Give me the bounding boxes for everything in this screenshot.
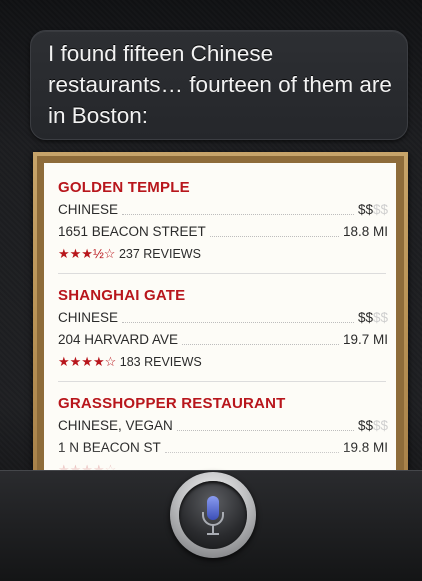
price-level: $$$$ <box>357 310 388 325</box>
restaurant-cuisine: CHINESE <box>58 310 119 325</box>
cuisine-price-row: CHINESE, VEGAN $$$$ <box>58 415 388 437</box>
restaurant-name[interactable]: SHANGHAI GATE <box>58 285 388 307</box>
rating-row: ★★★½☆ 237 REVIEWS <box>58 243 388 265</box>
siri-screen: I found fifteen Chinese restaurants… fou… <box>0 0 422 581</box>
address-distance-row: 1651 BEACON STREET 18.8 MI <box>58 221 388 243</box>
divider <box>58 381 386 382</box>
microphone-button-inner[interactable] <box>179 481 247 549</box>
address-distance-row: 204 HARVARD AVE 19.7 MI <box>58 329 388 351</box>
leader-dots <box>209 235 339 237</box>
restaurant-distance: 18.8 MI <box>342 224 388 239</box>
scroll-fade <box>44 448 396 470</box>
restaurant-name[interactable]: GOLDEN TEMPLE <box>58 177 388 199</box>
price-level: $$$$ <box>357 418 388 433</box>
price-level: $$$$ <box>357 202 388 217</box>
leader-dots <box>182 343 339 345</box>
restaurant-item[interactable]: SHANGHAI GATE CHINESE $$$$ 204 HARVARD A… <box>58 285 388 373</box>
cuisine-price-row: CHINESE $$$$ <box>58 199 388 221</box>
restaurant-address: 1651 BEACON STREET <box>58 224 206 239</box>
restaurant-name[interactable]: GRASSHOPPER RESTAURANT <box>58 393 388 415</box>
assistant-response-text: I found fifteen Chinese restaurants… fou… <box>48 41 392 128</box>
leader-dots <box>122 213 354 215</box>
star-rating-icon: ★★★★☆ <box>58 354 117 369</box>
review-count: 237 REVIEWS <box>118 247 201 261</box>
cuisine-price-row: CHINESE $$$$ <box>58 307 388 329</box>
leader-dots <box>176 429 354 431</box>
leader-dots <box>122 321 354 323</box>
restaurant-results-card[interactable]: GOLDEN TEMPLE CHINESE $$$$ 1651 BEACON S… <box>44 163 396 470</box>
restaurant-distance: 19.7 MI <box>342 332 388 347</box>
divider <box>58 273 386 274</box>
star-rating-icon: ★★★½☆ <box>58 246 116 261</box>
review-count: 183 REVIEWS <box>119 355 202 369</box>
restaurant-item[interactable]: GOLDEN TEMPLE CHINESE $$$$ 1651 BEACON S… <box>58 177 388 265</box>
restaurant-cuisine: CHINESE <box>58 202 119 217</box>
rating-row: ★★★★☆ 183 REVIEWS <box>58 351 388 373</box>
restaurant-cuisine: CHINESE, VEGAN <box>58 418 173 433</box>
restaurant-address: 204 HARVARD AVE <box>58 332 179 347</box>
microphone-icon <box>202 496 224 535</box>
microphone-button[interactable] <box>170 472 256 558</box>
